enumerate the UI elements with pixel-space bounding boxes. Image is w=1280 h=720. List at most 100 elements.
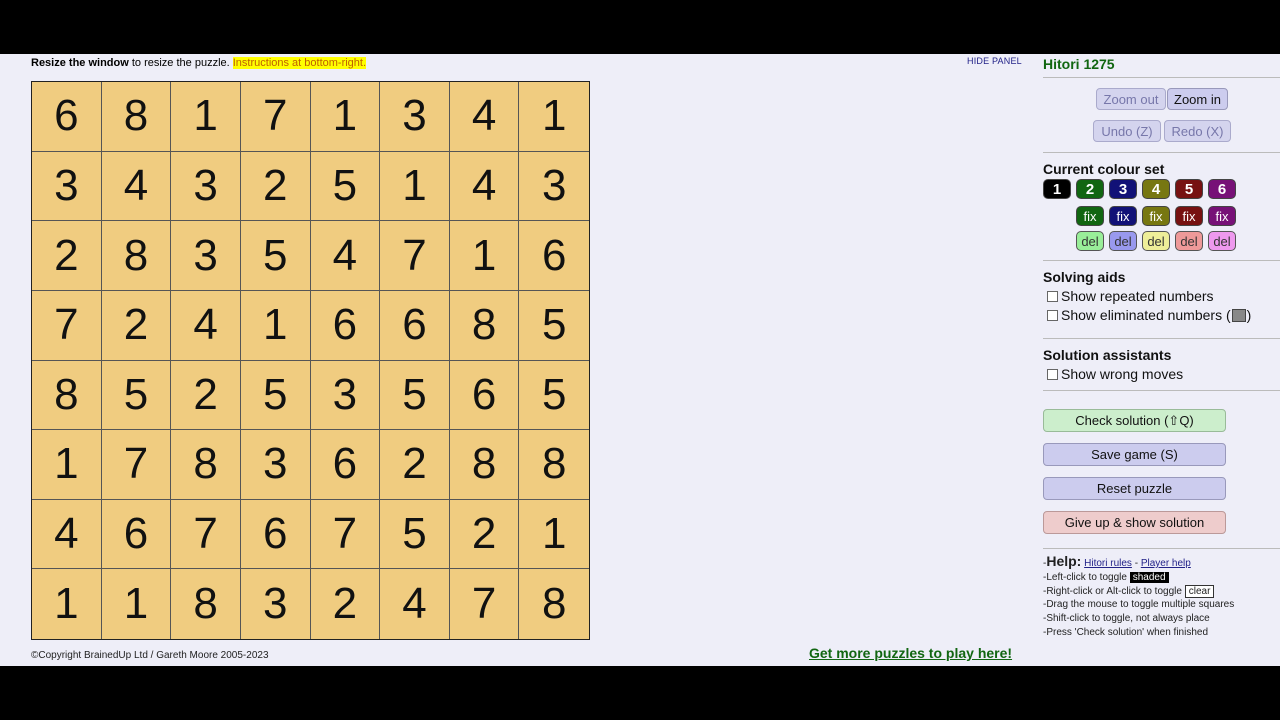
- hitori-rules-link[interactable]: Hitori rules: [1084, 558, 1132, 569]
- grid-cell[interactable]: 5: [240, 360, 311, 431]
- divider: [1043, 77, 1280, 78]
- grid-cell[interactable]: 4: [310, 221, 381, 291]
- fix-button-4[interactable]: fix: [1142, 206, 1170, 226]
- show-eliminated-checkbox[interactable]: Show eliminated numbers (): [1047, 307, 1251, 323]
- grid-cell[interactable]: 8: [101, 221, 172, 291]
- checkbox-box[interactable]: [1047, 290, 1058, 302]
- grid-cell[interactable]: 4: [380, 569, 450, 639]
- fix-button-2[interactable]: fix: [1076, 206, 1104, 226]
- grid-cell[interactable]: 7: [171, 499, 241, 570]
- grid-cell[interactable]: 2: [101, 290, 172, 361]
- grid-cell[interactable]: 1: [310, 82, 381, 152]
- grid-cell[interactable]: 7: [449, 569, 520, 639]
- grid-cell[interactable]: 7: [32, 290, 102, 361]
- grid-cell[interactable]: 6: [310, 290, 381, 361]
- grid-cell[interactable]: 8: [101, 82, 172, 152]
- grid-cell[interactable]: 1: [171, 82, 241, 152]
- grid-cell[interactable]: 1: [240, 290, 311, 361]
- hide-panel-link[interactable]: HIDE PANEL: [967, 56, 1022, 66]
- grid-cell[interactable]: 7: [101, 430, 172, 500]
- grid-cell[interactable]: 6: [449, 360, 520, 431]
- grid-cell[interactable]: 3: [32, 151, 102, 222]
- grid-cell[interactable]: 8: [171, 430, 241, 500]
- redo-button[interactable]: Redo (X): [1164, 120, 1231, 142]
- grid-cell[interactable]: 7: [240, 82, 311, 152]
- fix-button-3[interactable]: fix: [1109, 206, 1137, 226]
- colour-swatch-3[interactable]: 3: [1109, 179, 1137, 199]
- grid-cell[interactable]: 6: [519, 221, 589, 291]
- player-help-link[interactable]: Player help: [1141, 558, 1191, 569]
- grid-cell[interactable]: 1: [449, 221, 520, 291]
- colour-swatch-1[interactable]: 1: [1043, 179, 1071, 199]
- save-game-button[interactable]: Save game (S): [1043, 443, 1226, 466]
- get-more-puzzles-link[interactable]: Get more puzzles to play here!: [809, 645, 1012, 661]
- del-button-4[interactable]: del: [1142, 231, 1170, 251]
- grid-cell[interactable]: 8: [32, 360, 102, 431]
- grid-cell[interactable]: 3: [310, 360, 381, 431]
- grid-cell[interactable]: 2: [310, 569, 381, 639]
- colour-swatch-5[interactable]: 5: [1175, 179, 1203, 199]
- grid-cell[interactable]: 1: [32, 430, 102, 500]
- grid-cell[interactable]: 8: [449, 430, 520, 500]
- colour-swatch-4[interactable]: 4: [1142, 179, 1170, 199]
- grid-cell[interactable]: 6: [380, 290, 450, 361]
- check-solution-button[interactable]: Check solution (⇧Q): [1043, 409, 1226, 432]
- grid-cell[interactable]: 5: [101, 360, 172, 431]
- grid-cell[interactable]: 1: [519, 82, 589, 152]
- grid-cell[interactable]: 1: [32, 569, 102, 639]
- grid-cell[interactable]: 7: [310, 499, 381, 570]
- grid-cell[interactable]: 1: [101, 569, 172, 639]
- grid-cell[interactable]: 2: [380, 430, 450, 500]
- show-eliminated-label-end: ): [1246, 307, 1252, 323]
- grid-cell[interactable]: 5: [380, 360, 450, 431]
- grid-cell[interactable]: 8: [449, 290, 520, 361]
- zoom-in-button[interactable]: Zoom in: [1167, 88, 1228, 110]
- grid-cell[interactable]: 3: [380, 82, 450, 152]
- grid-cell[interactable]: 2: [240, 151, 311, 222]
- undo-button[interactable]: Undo (Z): [1093, 120, 1161, 142]
- grid-cell[interactable]: 8: [171, 569, 241, 639]
- del-button-6[interactable]: del: [1208, 231, 1236, 251]
- grid-cell[interactable]: 3: [240, 569, 311, 639]
- grid-cell[interactable]: 8: [519, 569, 589, 639]
- grid-cell[interactable]: 5: [519, 360, 589, 431]
- grid-cell[interactable]: 2: [32, 221, 102, 291]
- grid-cell[interactable]: 4: [101, 151, 172, 222]
- grid-cell[interactable]: 2: [449, 499, 520, 570]
- colour-swatch-6[interactable]: 6: [1208, 179, 1236, 199]
- grid-cell[interactable]: 3: [171, 221, 241, 291]
- zoom-out-button[interactable]: Zoom out: [1096, 88, 1166, 110]
- grid-cell[interactable]: 5: [240, 221, 311, 291]
- checkbox-box[interactable]: [1047, 368, 1058, 380]
- grid-cell[interactable]: 1: [519, 499, 589, 570]
- grid-cell[interactable]: 3: [519, 151, 589, 222]
- grid-cell[interactable]: 4: [171, 290, 241, 361]
- grid-cell[interactable]: 8: [519, 430, 589, 500]
- grid-cell[interactable]: 5: [310, 151, 381, 222]
- checkbox-box[interactable]: [1047, 309, 1058, 321]
- grid-cell[interactable]: 3: [240, 430, 311, 500]
- grid-cell[interactable]: 5: [519, 290, 589, 361]
- grid-cell[interactable]: 5: [380, 499, 450, 570]
- grid-cell[interactable]: 2: [171, 360, 241, 431]
- colour-swatch-2[interactable]: 2: [1076, 179, 1104, 199]
- fix-button-5[interactable]: fix: [1175, 206, 1203, 226]
- grid-cell[interactable]: 4: [449, 82, 520, 152]
- reset-puzzle-button[interactable]: Reset puzzle: [1043, 477, 1226, 500]
- del-button-3[interactable]: del: [1109, 231, 1137, 251]
- grid-cell[interactable]: 4: [449, 151, 520, 222]
- show-repeated-checkbox[interactable]: Show repeated numbers: [1047, 288, 1214, 304]
- grid-cell[interactable]: 6: [310, 430, 381, 500]
- give-up-button[interactable]: Give up & show solution: [1043, 511, 1226, 534]
- grid-cell[interactable]: 6: [101, 499, 172, 570]
- grid-cell[interactable]: 3: [171, 151, 241, 222]
- grid-cell[interactable]: 1: [380, 151, 450, 222]
- grid-cell[interactable]: 7: [380, 221, 450, 291]
- fix-button-6[interactable]: fix: [1208, 206, 1236, 226]
- grid-cell[interactable]: 6: [32, 82, 102, 152]
- del-button-5[interactable]: del: [1175, 231, 1203, 251]
- grid-cell[interactable]: 6: [240, 499, 311, 570]
- del-button-2[interactable]: del: [1076, 231, 1104, 251]
- show-wrong-moves-checkbox[interactable]: Show wrong moves: [1047, 366, 1183, 382]
- grid-cell[interactable]: 4: [32, 499, 102, 570]
